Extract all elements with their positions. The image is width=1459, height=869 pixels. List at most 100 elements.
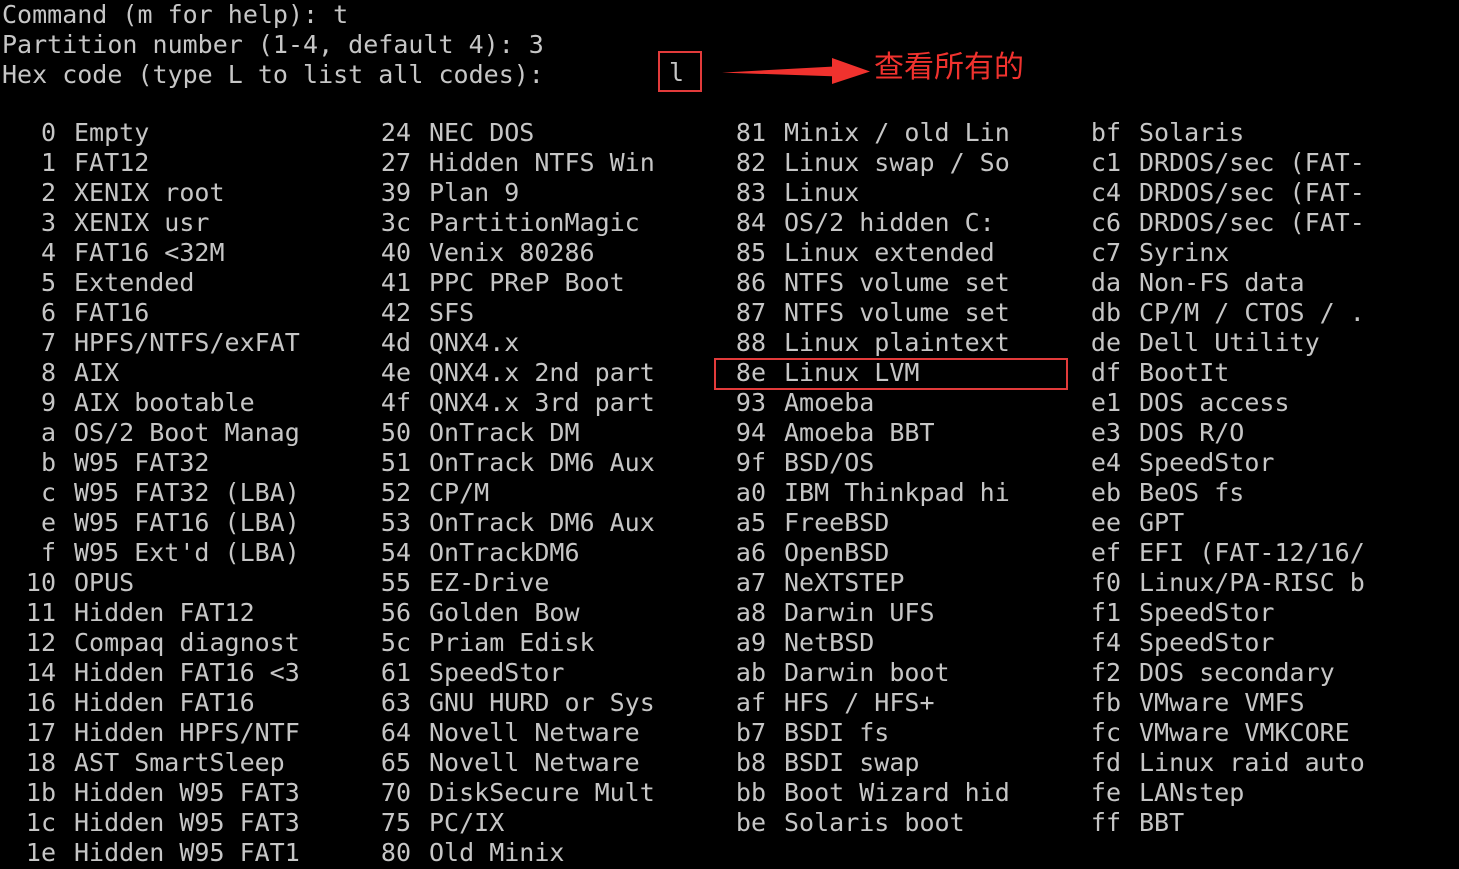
table-row[interactable]: fe LANstep [1067, 778, 1459, 808]
table-row[interactable]: b7 BSDI fs [712, 718, 1112, 748]
table-row[interactable]: df BootIt [1067, 358, 1459, 388]
table-row[interactable]: ef EFI (FAT-12/16/ [1067, 538, 1459, 568]
table-row[interactable]: c1 DRDOS/sec (FAT- [1067, 148, 1459, 178]
table-row[interactable]: b W95 FAT32 [2, 448, 402, 478]
table-row[interactable]: e1 DOS access [1067, 388, 1459, 418]
table-row[interactable]: a OS/2 Boot Manag [2, 418, 402, 448]
table-row[interactable]: bf Solaris [1067, 118, 1459, 148]
table-row[interactable]: 52 CP/M [357, 478, 757, 508]
table-row[interactable]: 4f QNX4.x 3rd part [357, 388, 757, 418]
table-row[interactable]: 18 AST SmartSleep [2, 748, 402, 778]
table-row[interactable]: 85 Linux extended [712, 238, 1112, 268]
hex-code-input[interactable]: l [658, 51, 702, 92]
table-row[interactable]: 87 NTFS volume set [712, 298, 1112, 328]
table-row[interactable]: 51 OnTrack DM6 Aux [357, 448, 757, 478]
table-row[interactable]: db CP/M / CTOS / . [1067, 298, 1459, 328]
table-row[interactable]: 65 Novell Netware [357, 748, 757, 778]
table-row[interactable]: 8e Linux LVM [712, 358, 1112, 388]
table-row[interactable]: fd Linux raid auto [1067, 748, 1459, 778]
table-row[interactable]: 82 Linux swap / So [712, 148, 1112, 178]
table-row[interactable]: 39 Plan 9 [357, 178, 757, 208]
table-row[interactable]: 56 Golden Bow [357, 598, 757, 628]
table-row[interactable]: 88 Linux plaintext [712, 328, 1112, 358]
table-row[interactable]: 81 Minix / old Lin [712, 118, 1112, 148]
table-row[interactable]: e W95 FAT16 (LBA) [2, 508, 402, 538]
table-row[interactable]: c4 DRDOS/sec (FAT- [1067, 178, 1459, 208]
table-row[interactable]: 14 Hidden FAT16 <3 [2, 658, 402, 688]
table-row[interactable]: 86 NTFS volume set [712, 268, 1112, 298]
table-row[interactable]: f1 SpeedStor [1067, 598, 1459, 628]
table-row[interactable]: 3 XENIX usr [2, 208, 402, 238]
table-row[interactable]: a0 IBM Thinkpad hi [712, 478, 1112, 508]
table-row[interactable]: 94 Amoeba BBT [712, 418, 1112, 448]
table-row[interactable]: f0 Linux/PA-RISC b [1067, 568, 1459, 598]
table-row[interactable]: 1b Hidden W95 FAT3 [2, 778, 402, 808]
table-row[interactable]: 5 Extended [2, 268, 402, 298]
table-row[interactable]: a9 NetBSD [712, 628, 1112, 658]
table-row[interactable]: 4 FAT16 <32M [2, 238, 402, 268]
table-row[interactable]: 80 Old Minix [357, 838, 757, 868]
table-row[interactable]: a8 Darwin UFS [712, 598, 1112, 628]
table-row[interactable]: 12 Compaq diagnost [2, 628, 402, 658]
table-row[interactable]: 61 SpeedStor [357, 658, 757, 688]
table-row[interactable]: 70 DiskSecure Mult [357, 778, 757, 808]
table-row[interactable]: 83 Linux [712, 178, 1112, 208]
table-row[interactable]: ff BBT [1067, 808, 1459, 838]
table-row[interactable]: 0 Empty [2, 118, 402, 148]
table-row[interactable]: 4e QNX4.x 2nd part [357, 358, 757, 388]
table-row[interactable]: 16 Hidden FAT16 [2, 688, 402, 718]
table-row[interactable]: 53 OnTrack DM6 Aux [357, 508, 757, 538]
table-row[interactable]: 54 OnTrackDM6 [357, 538, 757, 568]
table-row[interactable]: e4 SpeedStor [1067, 448, 1459, 478]
table-row[interactable]: fc VMware VMKCORE [1067, 718, 1459, 748]
table-row[interactable]: 24 NEC DOS [357, 118, 757, 148]
table-row[interactable]: a7 NeXTSTEP [712, 568, 1112, 598]
type-label: PartitionMagic [429, 208, 640, 237]
table-row[interactable]: fb VMware VMFS [1067, 688, 1459, 718]
table-row[interactable]: 41 PPC PReP Boot [357, 268, 757, 298]
table-row[interactable]: 9 AIX bootable [2, 388, 402, 418]
table-row[interactable]: e3 DOS R/O [1067, 418, 1459, 448]
table-row[interactable]: ab Darwin boot [712, 658, 1112, 688]
table-row[interactable]: 1e Hidden W95 FAT1 [2, 838, 402, 868]
table-row[interactable]: 93 Amoeba [712, 388, 1112, 418]
table-row[interactable]: 10 OPUS [2, 568, 402, 598]
table-row[interactable]: 40 Venix 80286 [357, 238, 757, 268]
table-row[interactable]: c W95 FAT32 (LBA) [2, 478, 402, 508]
table-row[interactable]: da Non-FS data [1067, 268, 1459, 298]
table-row[interactable]: c7 Syrinx [1067, 238, 1459, 268]
table-row[interactable]: 27 Hidden NTFS Win [357, 148, 757, 178]
table-row[interactable]: af HFS / HFS+ [712, 688, 1112, 718]
table-row[interactable]: 1 FAT12 [2, 148, 402, 178]
table-row[interactable]: 55 EZ-Drive [357, 568, 757, 598]
table-row[interactable]: 7 HPFS/NTFS/exFAT [2, 328, 402, 358]
table-row[interactable]: 17 Hidden HPFS/NTF [2, 718, 402, 748]
table-row[interactable]: bb Boot Wizard hid [712, 778, 1112, 808]
table-row[interactable]: be Solaris boot [712, 808, 1112, 838]
table-row[interactable]: 64 Novell Netware [357, 718, 757, 748]
table-row[interactable]: 1c Hidden W95 FAT3 [2, 808, 402, 838]
table-row[interactable]: f4 SpeedStor [1067, 628, 1459, 658]
table-row[interactable]: eb BeOS fs [1067, 478, 1459, 508]
table-row[interactable]: 50 OnTrack DM [357, 418, 757, 448]
table-row[interactable]: a5 FreeBSD [712, 508, 1112, 538]
table-row[interactable]: 9f BSD/OS [712, 448, 1112, 478]
table-row[interactable]: 6 FAT16 [2, 298, 402, 328]
table-row[interactable]: de Dell Utility [1067, 328, 1459, 358]
table-row[interactable]: b8 BSDI swap [712, 748, 1112, 778]
table-row[interactable]: 75 PC/IX [357, 808, 757, 838]
table-row[interactable]: f2 DOS secondary [1067, 658, 1459, 688]
table-row[interactable]: a6 OpenBSD [712, 538, 1112, 568]
table-row[interactable]: 4d QNX4.x [357, 328, 757, 358]
table-row[interactable]: 5c Priam Edisk [357, 628, 757, 658]
table-row[interactable]: ee GPT [1067, 508, 1459, 538]
table-row[interactable]: 3c PartitionMagic [357, 208, 757, 238]
table-row[interactable]: c6 DRDOS/sec (FAT- [1067, 208, 1459, 238]
table-row[interactable]: f W95 Ext'd (LBA) [2, 538, 402, 568]
table-row[interactable]: 42 SFS [357, 298, 757, 328]
table-row[interactable]: 84 OS/2 hidden C: [712, 208, 1112, 238]
table-row[interactable]: 2 XENIX root [2, 178, 402, 208]
table-row[interactable]: 8 AIX [2, 358, 402, 388]
table-row[interactable]: 11 Hidden FAT12 [2, 598, 402, 628]
table-row[interactable]: 63 GNU HURD or Sys [357, 688, 757, 718]
